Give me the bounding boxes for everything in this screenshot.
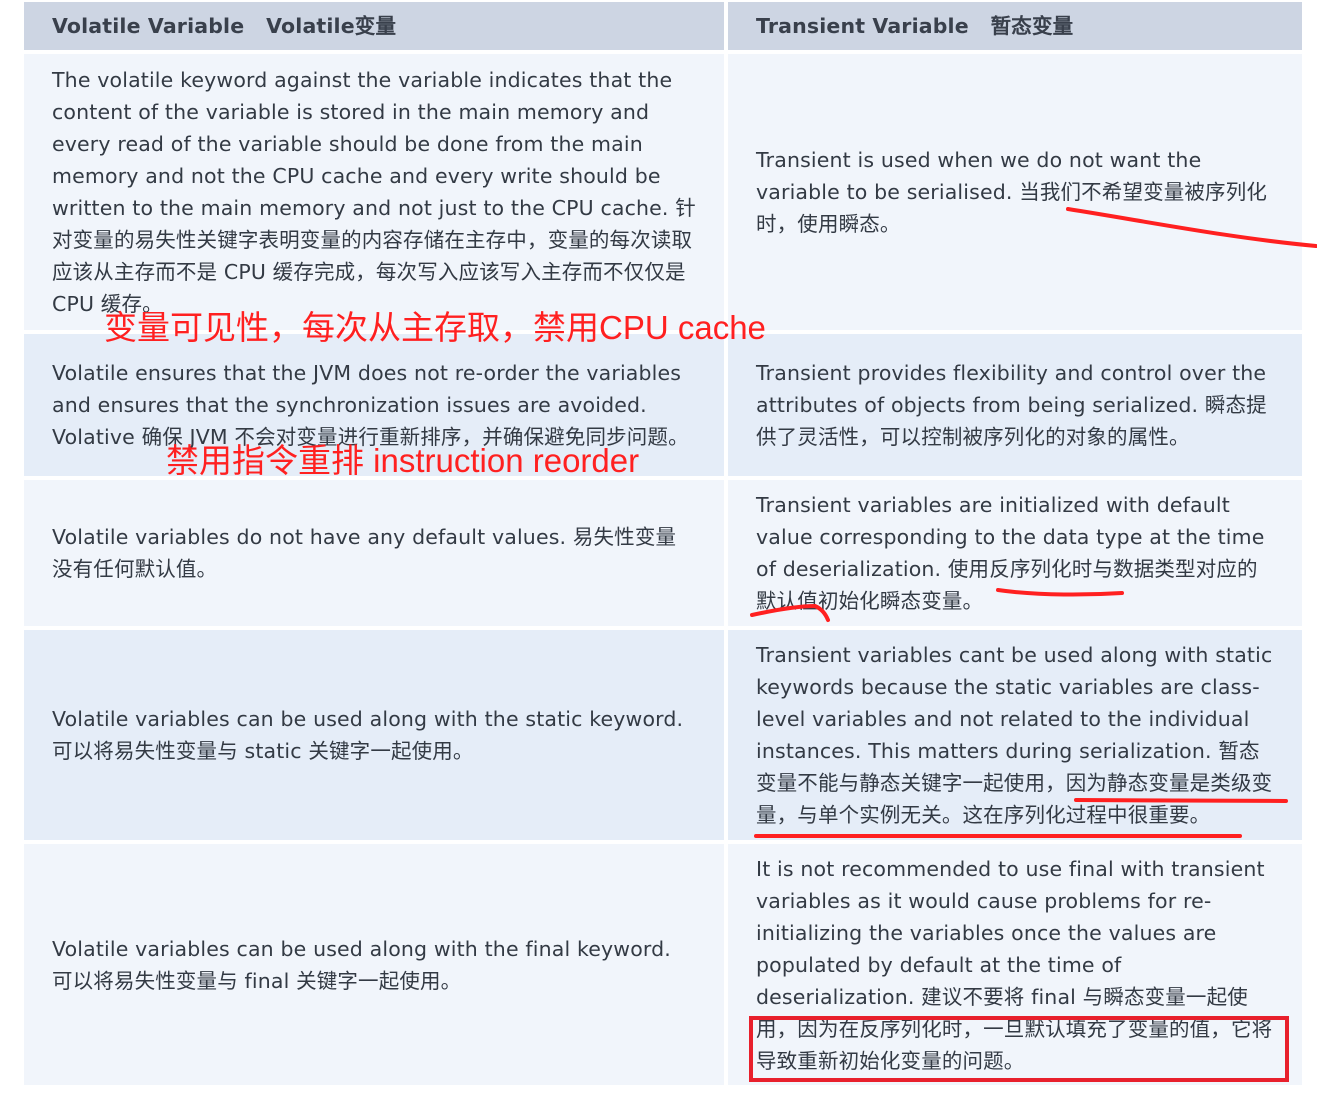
volatile-cell: Volatile variables do not have any defau…: [24, 480, 724, 626]
table-row: Volatile variables can be used along wit…: [24, 630, 1302, 840]
header-volatile: Volatile Variable Volatile变量: [24, 2, 724, 50]
table-row: Volatile variables can be used along wit…: [24, 844, 1302, 1085]
volatile-cell: The volatile keyword against the variabl…: [24, 54, 724, 330]
transient-cell: It is not recommended to use final with …: [728, 844, 1302, 1085]
volatile-cell: Volatile variables can be used along wit…: [24, 630, 724, 840]
transient-cell: Transient provides flexibility and contr…: [728, 334, 1302, 476]
transient-cell: Transient is used when we do not want th…: [728, 54, 1302, 330]
reorder-annotation: 禁用指令重排 instruction reorder: [166, 442, 640, 479]
table-header-row: Volatile Variable Volatile变量 Transient V…: [24, 2, 1302, 50]
table-row: Volatile variables do not have any defau…: [24, 480, 1302, 626]
transient-cell: Transient variables cant be used along w…: [728, 630, 1302, 840]
visibility-annotation: 变量可见性，每次从主存取，禁用CPU cache: [104, 309, 766, 346]
header-transient: Transient Variable 暂态变量: [728, 2, 1302, 50]
comparison-table: Volatile Variable Volatile变量 Transient V…: [24, 2, 1302, 1085]
volatile-cell: Volatile variables can be used along wit…: [24, 844, 724, 1085]
transient-cell: Transient variables are initialized with…: [728, 480, 1302, 626]
table-row: The volatile keyword against the variabl…: [24, 54, 1302, 330]
